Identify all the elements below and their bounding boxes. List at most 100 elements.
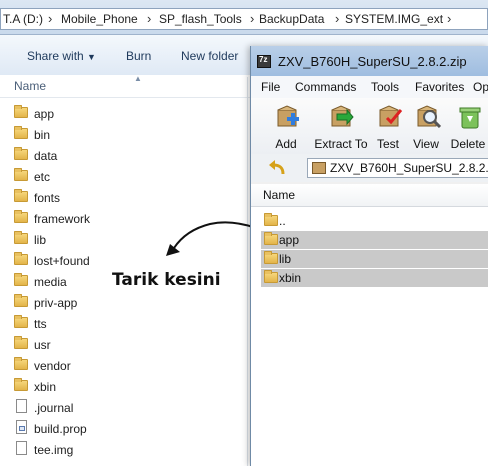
archive-path-text: ZXV_B760H_SuperSU_2.8.2.zip	[330, 161, 488, 175]
archive-column-name[interactable]: Name	[263, 188, 295, 202]
breadcrumb-mobile-phone[interactable]: Mobile_Phone	[61, 12, 138, 26]
annotation-text: Tarik kesini	[112, 270, 221, 290]
table-row-label: ..	[279, 214, 286, 228]
add-icon	[277, 105, 299, 127]
sort-up-icon: ▲	[134, 74, 142, 83]
folder-icon	[264, 251, 278, 264]
chevron-down-icon: ▼	[87, 52, 96, 62]
archive-toolbar: Add Extract To Test View Delete	[251, 98, 488, 155]
folder-icon	[14, 336, 28, 349]
explorer-column-header[interactable]: Name	[0, 75, 250, 98]
list-item-label: priv-app	[34, 296, 78, 310]
breadcrumb-separator: ›	[447, 11, 452, 26]
extract-to-button[interactable]: Extract To	[311, 101, 371, 153]
table-row[interactable]: lib	[261, 250, 488, 268]
archive-icon	[312, 162, 326, 174]
add-button[interactable]: Add	[263, 101, 309, 153]
breadcrumb-separator: ›	[250, 11, 255, 26]
breadcrumb-separator: ›	[147, 11, 152, 26]
table-row[interactable]: app	[261, 231, 488, 249]
breadcrumb-backupdata[interactable]: BackupData	[259, 12, 324, 26]
list-item-label: media	[34, 275, 67, 289]
archive-path-input[interactable]: ZXV_B760H_SuperSU_2.8.2.zip	[307, 158, 488, 178]
table-row[interactable]: ..	[261, 212, 488, 230]
up-folder-icon[interactable]	[267, 158, 287, 178]
breadcrumb[interactable]: T.A (D:) › Mobile_Phone › SP_flash_Tools…	[0, 8, 488, 30]
archive-file-list: Name .. app lib xbin	[251, 184, 488, 466]
folder-icon	[14, 126, 28, 139]
list-item-label: app	[34, 107, 55, 121]
breadcrumb-system-img-ext[interactable]: SYSTEM.IMG_ext	[345, 12, 443, 26]
explorer-address-area: T.A (D:) › Mobile_Phone › SP_flash_Tools…	[0, 0, 488, 35]
view-button[interactable]: View	[403, 101, 449, 153]
extract-to-label: Extract To	[314, 137, 368, 151]
list-item-label: usr	[34, 338, 51, 352]
table-row-label: xbin	[279, 271, 302, 285]
list-item-label: data	[34, 149, 58, 163]
folder-icon	[14, 168, 28, 181]
share-with-label: Share with	[27, 49, 84, 63]
menu-commands[interactable]: Commands	[295, 80, 356, 94]
list-item-label: lost+found	[34, 254, 90, 268]
table-row-label: app	[279, 233, 300, 247]
column-name-header[interactable]: Name	[14, 79, 46, 93]
menu-options[interactable]: Op	[473, 80, 488, 94]
folder-icon	[264, 270, 278, 283]
test-icon	[379, 105, 403, 127]
archive-window: ZXV_B760H_SuperSU_2.8.2.zip File Command…	[250, 46, 488, 466]
share-with-button[interactable]: Share with ▼	[27, 49, 96, 63]
menu-tools[interactable]: Tools	[371, 80, 399, 94]
folder-icon	[14, 273, 28, 286]
folder-icon	[14, 189, 28, 202]
delete-label: Delete	[450, 137, 486, 151]
list-item-label: bin	[34, 128, 51, 142]
list-item-label: tee.img	[34, 443, 74, 457]
list-item-label: framework	[34, 212, 91, 226]
breadcrumb-sp-flash-tools[interactable]: SP_flash_Tools	[159, 12, 242, 26]
delete-button[interactable]: Delete	[445, 101, 488, 153]
extract-icon	[331, 105, 354, 127]
list-item-label: xbin	[34, 380, 57, 394]
archive-title-bar[interactable]: ZXV_B760H_SuperSU_2.8.2.zip	[251, 46, 488, 76]
list-item-label: tts	[34, 317, 47, 331]
folder-icon	[14, 378, 28, 391]
new-folder-button[interactable]: New folder	[181, 49, 238, 63]
file-icon	[16, 399, 27, 413]
pane-divider	[247, 77, 248, 466]
folder-icon	[14, 357, 28, 370]
view-label: View	[413, 137, 439, 151]
folder-icon	[14, 210, 28, 223]
folder-icon	[14, 252, 28, 265]
list-item-label: vendor	[34, 359, 71, 373]
archive-window-title: ZXV_B760H_SuperSU_2.8.2.zip	[278, 54, 467, 69]
folder-icon	[14, 294, 28, 307]
folder-icon	[264, 213, 278, 226]
archive-menu-bar: File Commands Tools Favorites Op	[251, 76, 488, 99]
folder-icon	[14, 315, 28, 328]
folder-icon	[14, 105, 28, 118]
folder-icon	[14, 147, 28, 160]
list-item-label: build.prop	[34, 422, 87, 436]
table-row-label: lib	[279, 252, 292, 266]
menu-favorites[interactable]: Favorites	[415, 80, 464, 94]
burn-button[interactable]: Burn	[126, 49, 151, 63]
menu-file[interactable]: File	[261, 80, 280, 94]
breadcrumb-drive[interactable]: T.A (D:)	[3, 12, 43, 26]
file-icon	[16, 441, 27, 455]
archive-column-header[interactable]: Name	[251, 184, 488, 207]
add-label: Add	[275, 137, 297, 151]
list-item-label: lib	[34, 233, 47, 247]
archive-app-icon	[257, 55, 271, 68]
archive-path-bar: ZXV_B760H_SuperSU_2.8.2.zip	[251, 154, 488, 182]
list-item-label: .journal	[34, 401, 74, 415]
folder-icon	[264, 232, 278, 245]
delete-icon	[459, 107, 481, 129]
folder-icon	[14, 231, 28, 244]
breadcrumb-separator: ›	[335, 11, 340, 26]
view-icon	[417, 105, 441, 129]
breadcrumb-separator: ›	[48, 11, 53, 26]
list-item-label: fonts	[34, 191, 61, 205]
table-row[interactable]: xbin	[261, 269, 488, 287]
file-icon	[16, 420, 27, 434]
list-item-label: etc	[34, 170, 51, 184]
